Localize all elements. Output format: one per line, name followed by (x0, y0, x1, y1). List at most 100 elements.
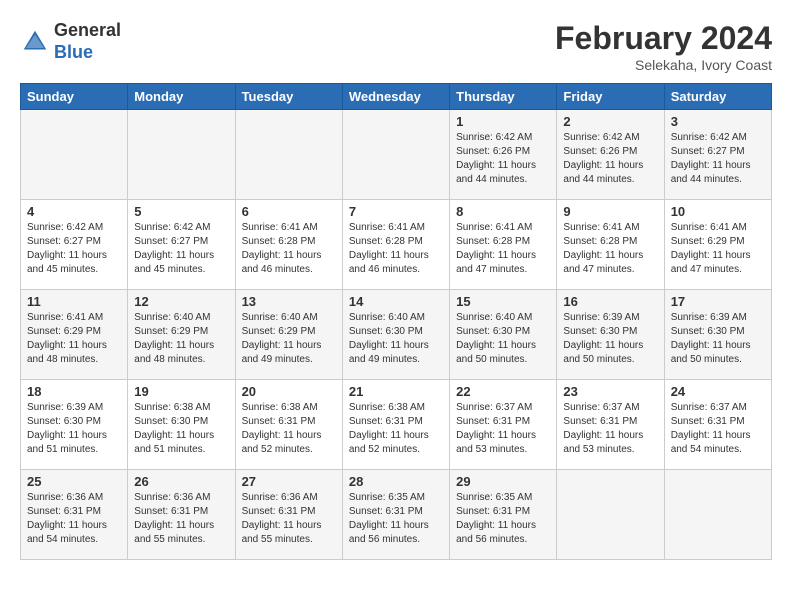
logo-blue: Blue (54, 42, 93, 62)
day-info: Sunrise: 6:42 AM Sunset: 6:26 PM Dayligh… (563, 131, 657, 187)
day-of-week-header: Wednesday (342, 84, 449, 110)
calendar-cell: 22Sunrise: 6:37 AM Sunset: 6:31 PM Dayli… (450, 380, 557, 470)
day-info: Sunrise: 6:41 AM Sunset: 6:29 PM Dayligh… (27, 311, 121, 367)
main-title: February 2024 (555, 20, 772, 57)
day-number: 2 (563, 114, 657, 129)
calendar-cell: 5 Sunrise: 6:42 AM Sunset: 6:27 PM Daylig… (128, 200, 235, 290)
page-header: General Blue February 2024 Selekaha, Ivo… (20, 20, 772, 73)
calendar-cell: 16 Sunrise: 6:39 AM Sunset: 6:30 PM Dayli… (557, 290, 664, 380)
day-number: 19 (134, 384, 228, 399)
day-number: 23 (563, 384, 657, 399)
days-of-week-row: SundayMondayTuesdayWednesdayThursdayFrid… (21, 84, 772, 110)
calendar-week-row: 1 Sunrise: 6:42 AM Sunset: 6:26 PM Daylig… (21, 110, 772, 200)
day-info: Sunrise: 6:41 AM Sunset: 6:28 PM Dayligh… (563, 221, 657, 277)
logo-general: General (54, 20, 121, 40)
day-info: Sunrise: 6:38 AM Sunset: 6:30 PM Dayligh… (134, 401, 228, 457)
calendar-cell (664, 470, 771, 560)
calendar-table: SundayMondayTuesdayWednesdayThursdayFrid… (20, 83, 772, 560)
day-info: Sunrise: 6:40 AM Sunset: 6:29 PM Dayligh… (242, 311, 336, 367)
calendar-cell (557, 470, 664, 560)
day-info: Sunrise: 6:41 AM Sunset: 6:29 PM Dayligh… (671, 221, 765, 277)
calendar-cell: 6 Sunrise: 6:41 AM Sunset: 6:28 PM Daylig… (235, 200, 342, 290)
day-info: Sunrise: 6:39 AM Sunset: 6:30 PM Dayligh… (563, 311, 657, 367)
day-info: Sunrise: 6:41 AM Sunset: 6:28 PM Dayligh… (242, 221, 336, 277)
day-of-week-header: Thursday (450, 84, 557, 110)
calendar-cell: 25 Sunrise: 6:36 AM Sunset: 6:31 PM Dayli… (21, 470, 128, 560)
calendar-cell: 2 Sunrise: 6:42 AM Sunset: 6:26 PM Daylig… (557, 110, 664, 200)
day-number: 27 (242, 474, 336, 489)
logo-text: General Blue (54, 20, 121, 63)
calendar-cell: 11 Sunrise: 6:41 AM Sunset: 6:29 PM Dayli… (21, 290, 128, 380)
calendar-cell: 18Sunrise: 6:39 AM Sunset: 6:30 PM Dayli… (21, 380, 128, 470)
day-info: Sunrise: 6:35 AM Sunset: 6:31 PM Dayligh… (349, 491, 443, 547)
calendar-week-row: 11 Sunrise: 6:41 AM Sunset: 6:29 PM Dayli… (21, 290, 772, 380)
calendar-header: SundayMondayTuesdayWednesdayThursdayFrid… (21, 84, 772, 110)
day-info: Sunrise: 6:40 AM Sunset: 6:30 PM Dayligh… (349, 311, 443, 367)
day-info: Sunrise: 6:42 AM Sunset: 6:27 PM Dayligh… (671, 131, 765, 187)
calendar-cell: 13Sunrise: 6:40 AM Sunset: 6:29 PM Dayli… (235, 290, 342, 380)
day-number: 29 (456, 474, 550, 489)
day-number: 11 (27, 294, 121, 309)
calendar-cell: 3Sunrise: 6:42 AM Sunset: 6:27 PM Daylig… (664, 110, 771, 200)
day-info: Sunrise: 6:39 AM Sunset: 6:30 PM Dayligh… (671, 311, 765, 367)
day-number: 16 (563, 294, 657, 309)
logo-icon (20, 27, 50, 57)
day-of-week-header: Saturday (664, 84, 771, 110)
day-number: 12 (134, 294, 228, 309)
calendar-cell: 7 Sunrise: 6:41 AM Sunset: 6:28 PM Daylig… (342, 200, 449, 290)
calendar-body: 1 Sunrise: 6:42 AM Sunset: 6:26 PM Daylig… (21, 110, 772, 560)
title-section: February 2024 Selekaha, Ivory Coast (555, 20, 772, 73)
day-number: 25 (27, 474, 121, 489)
calendar-cell: 14 Sunrise: 6:40 AM Sunset: 6:30 PM Dayli… (342, 290, 449, 380)
day-info: Sunrise: 6:36 AM Sunset: 6:31 PM Dayligh… (242, 491, 336, 547)
day-info: Sunrise: 6:37 AM Sunset: 6:31 PM Dayligh… (563, 401, 657, 457)
day-number: 1 (456, 114, 550, 129)
calendar-cell: 4Sunrise: 6:42 AM Sunset: 6:27 PM Daylig… (21, 200, 128, 290)
day-number: 8 (456, 204, 550, 219)
day-of-week-header: Tuesday (235, 84, 342, 110)
calendar-cell (342, 110, 449, 200)
day-info: Sunrise: 6:37 AM Sunset: 6:31 PM Dayligh… (671, 401, 765, 457)
day-info: Sunrise: 6:40 AM Sunset: 6:29 PM Dayligh… (134, 311, 228, 367)
calendar-week-row: 18Sunrise: 6:39 AM Sunset: 6:30 PM Dayli… (21, 380, 772, 470)
day-number: 17 (671, 294, 765, 309)
day-number: 14 (349, 294, 443, 309)
calendar-week-row: 4Sunrise: 6:42 AM Sunset: 6:27 PM Daylig… (21, 200, 772, 290)
calendar-cell: 9Sunrise: 6:41 AM Sunset: 6:28 PM Daylig… (557, 200, 664, 290)
day-of-week-header: Sunday (21, 84, 128, 110)
day-number: 15 (456, 294, 550, 309)
day-info: Sunrise: 6:36 AM Sunset: 6:31 PM Dayligh… (134, 491, 228, 547)
calendar-cell: 17 Sunrise: 6:39 AM Sunset: 6:30 PM Dayli… (664, 290, 771, 380)
day-info: Sunrise: 6:35 AM Sunset: 6:31 PM Dayligh… (456, 491, 550, 547)
day-of-week-header: Friday (557, 84, 664, 110)
day-info: Sunrise: 6:38 AM Sunset: 6:31 PM Dayligh… (349, 401, 443, 457)
day-number: 5 (134, 204, 228, 219)
calendar-cell: 19 Sunrise: 6:38 AM Sunset: 6:30 PM Dayli… (128, 380, 235, 470)
day-number: 7 (349, 204, 443, 219)
day-of-week-header: Monday (128, 84, 235, 110)
logo: General Blue (20, 20, 121, 63)
day-number: 21 (349, 384, 443, 399)
day-info: Sunrise: 6:36 AM Sunset: 6:31 PM Dayligh… (27, 491, 121, 547)
calendar-cell: 15Sunrise: 6:40 AM Sunset: 6:30 PM Dayli… (450, 290, 557, 380)
day-info: Sunrise: 6:42 AM Sunset: 6:26 PM Dayligh… (456, 131, 550, 187)
day-info: Sunrise: 6:38 AM Sunset: 6:31 PM Dayligh… (242, 401, 336, 457)
calendar-cell: 28 Sunrise: 6:35 AM Sunset: 6:31 PM Dayli… (342, 470, 449, 560)
day-number: 10 (671, 204, 765, 219)
calendar-cell: 21 Sunrise: 6:38 AM Sunset: 6:31 PM Dayli… (342, 380, 449, 470)
day-number: 28 (349, 474, 443, 489)
day-info: Sunrise: 6:41 AM Sunset: 6:28 PM Dayligh… (349, 221, 443, 277)
day-number: 20 (242, 384, 336, 399)
day-number: 24 (671, 384, 765, 399)
day-info: Sunrise: 6:42 AM Sunset: 6:27 PM Dayligh… (134, 221, 228, 277)
subtitle: Selekaha, Ivory Coast (555, 57, 772, 73)
calendar-cell: 29 Sunrise: 6:35 AM Sunset: 6:31 PM Dayli… (450, 470, 557, 560)
calendar-cell: 26Sunrise: 6:36 AM Sunset: 6:31 PM Dayli… (128, 470, 235, 560)
calendar-cell (128, 110, 235, 200)
day-number: 6 (242, 204, 336, 219)
calendar-cell: 12 Sunrise: 6:40 AM Sunset: 6:29 PM Dayli… (128, 290, 235, 380)
calendar-cell: 24 Sunrise: 6:37 AM Sunset: 6:31 PM Dayli… (664, 380, 771, 470)
calendar-cell (235, 110, 342, 200)
day-number: 18 (27, 384, 121, 399)
calendar-cell (21, 110, 128, 200)
